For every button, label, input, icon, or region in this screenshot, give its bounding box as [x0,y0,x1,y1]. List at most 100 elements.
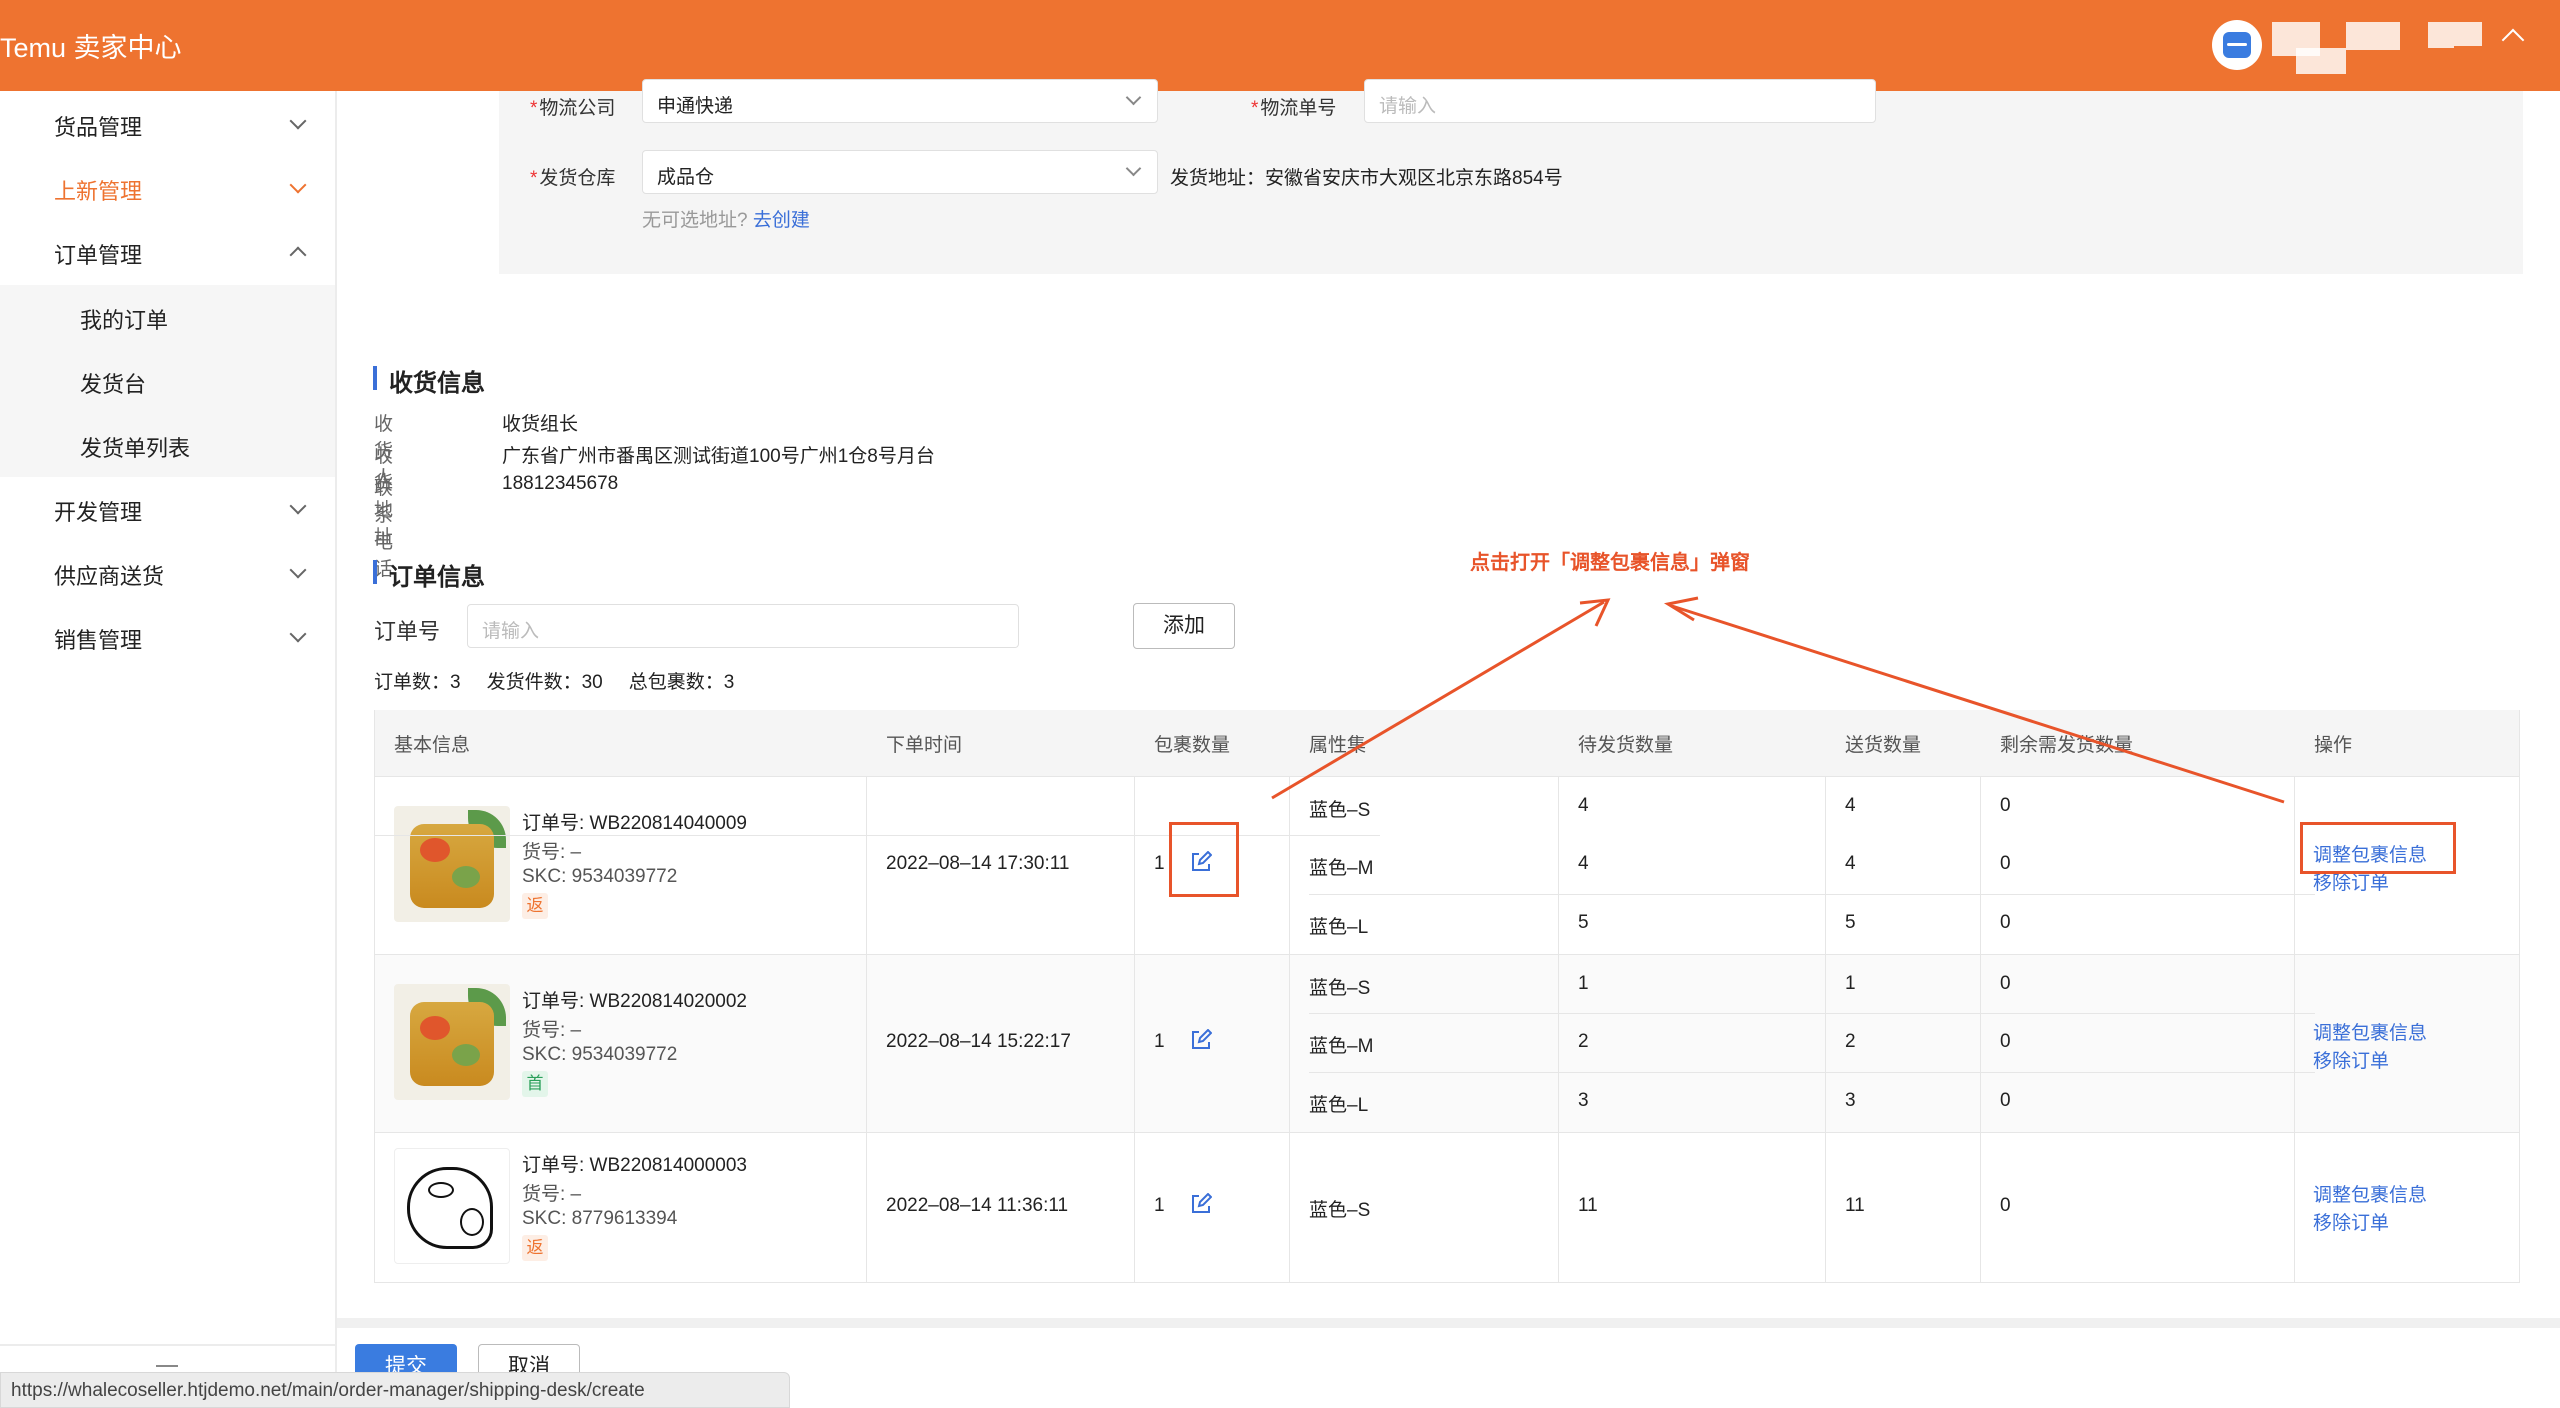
grid-line [374,1132,2520,1133]
edit-icon[interactable] [1190,1193,1212,1215]
sku-deliver: 5 [1845,912,1856,933]
adjust-package-link[interactable]: 调整包裹信息 [2313,1018,2427,1045]
grid-line [1558,776,1559,1282]
chevron-down-icon [1125,160,1142,177]
sku-deliver: 11 [1845,1195,1865,1216]
order-number-input[interactable]: 请输入 [467,604,1019,648]
add-order-button[interactable]: 添加 [1133,603,1235,649]
sidebar-item-label: 销售管理 [54,628,143,653]
sku-attr: 蓝色–L [1309,917,1369,938]
first-order-tag: 首 [522,1071,548,1097]
input-placeholder: 请输入 [1379,96,1437,117]
divider [0,1344,335,1346]
grid-line [1980,776,1981,1282]
warehouse-label: * 发货仓库 [530,168,616,189]
sidebar-item-development[interactable]: 开发管理 [0,477,335,541]
grid-line [374,776,2520,777]
sidebar-item-supplier-delivery[interactable]: 供应商送货 [0,541,335,605]
package-count: 1 [1154,1195,1165,1216]
grid-line [374,954,2520,955]
warehouse-select[interactable]: 成品仓 [642,150,1158,194]
order-time: 2022–08–14 11:36:11 [886,1195,1069,1216]
sku-deliver: 4 [1845,853,1856,874]
table-row: 订单号: WB220814040009 货号: – SKC: 953403977… [374,776,2520,954]
grid-line [1309,894,2315,895]
order-count: 订单数：3 [374,672,461,693]
tracking-number-input[interactable]: 请输入 [1364,79,1876,123]
sku-attr: 蓝色–S [1309,1200,1371,1221]
receiver-section-title: 收货信息 [373,363,485,398]
sidebar-item-label: 上新管理 [54,179,143,204]
grid-line [1309,1013,2315,1014]
order-stats: 订单数：3 发货件数：30 总包裹数：3 [374,667,760,694]
sidebar-item-my-orders[interactable]: 我的订单 [0,285,335,349]
sku-attr: 蓝色–S [1309,978,1371,999]
sidebar-item-sales[interactable]: 销售管理 [0,605,335,669]
remove-order-link[interactable]: 移除订单 [2313,1208,2389,1235]
blurred-username [2454,22,2482,46]
sku-pending: 4 [1578,853,1589,874]
edit-icon[interactable] [1190,1029,1212,1051]
store-icon [2223,32,2251,58]
logistics-company-select[interactable]: 申通快递 [642,79,1158,123]
goods-number: 货号: – [522,1184,582,1205]
sidebar-item-label: 开发管理 [54,500,143,525]
chevron-down-icon [1125,89,1142,106]
adjust-package-link[interactable]: 调整包裹信息 [2313,1180,2427,1207]
brand-title[interactable]: Temu 卖家中心 [0,26,182,65]
sidebar: 货品管理 上新管理 订单管理 我的订单 发货台 发货单列表 开发管理 供应商送货… [0,91,337,1408]
table-row: 订单号: WB220814020002 货号: – SKC: 953403977… [374,954,2520,1132]
sidebar-item-label: 发货单列表 [80,436,191,461]
avatar[interactable] [2212,20,2262,70]
sku-deliver: 2 [1845,1031,1856,1052]
blurred-username [2346,22,2400,50]
sidebar-item-new-listing[interactable]: 上新管理 [0,156,335,220]
grid-line [374,1282,2520,1283]
ship-count: 发货件数：30 [486,672,603,693]
product-thumbnail[interactable] [394,1148,510,1264]
order-number: 订单号: WB220814000003 [522,1155,747,1176]
sku-pending: 11 [1578,1195,1598,1216]
top-header: Temu 卖家中心 [0,0,2560,91]
goods-number: 货号: – [522,842,582,863]
sku-remain: 0 [2000,912,2011,933]
sidebar-item-goods[interactable]: 货品管理 [0,92,335,156]
column-header: 待发货数量 [1578,735,1674,756]
product-thumbnail[interactable] [394,806,510,922]
chevron-down-icon [289,561,307,579]
chevron-down-icon [289,112,307,130]
skc: SKC: 9534039772 [522,866,678,887]
sidebar-item-label: 发货台 [80,372,147,397]
column-header: 下单时间 [886,735,963,756]
column-header: 操作 [2314,735,2353,756]
select-value: 成品仓 [657,167,715,188]
return-tag: 返 [522,893,548,919]
create-address-link[interactable]: 去创建 [753,210,810,231]
skc: SKC: 8779613394 [522,1208,678,1229]
remove-order-link[interactable]: 移除订单 [2313,1046,2389,1073]
sidebar-item-orders[interactable]: 订单管理 [0,220,335,284]
chevron-up-icon [289,246,307,264]
grid-line [374,710,375,1282]
chevron-down-icon [289,625,307,643]
grid-line [1289,776,1290,1282]
order-number-label: 订单号 [374,619,441,644]
column-header: 剩余需发货数量 [2000,735,2134,756]
grid-line [1825,776,1826,1282]
sku-deliver: 1 [1845,973,1856,994]
chevron-up-icon[interactable] [2501,28,2525,52]
annotation-box-adjust [2300,822,2456,874]
annotation-box-edit [1169,822,1239,897]
sku-remain: 0 [2000,1195,2011,1216]
table-row: 订单号: WB220814000003 货号: – SKC: 877961339… [374,1132,2520,1282]
grid-line [1309,1072,2315,1073]
sidebar-item-shipment-list[interactable]: 发货单列表 [0,413,335,477]
column-header: 基本信息 [394,735,471,756]
chevron-down-icon [289,176,307,194]
product-thumbnail[interactable] [394,984,510,1100]
sidebar-item-shipping-desk[interactable]: 发货台 [0,349,335,413]
grid-line [866,776,867,1282]
return-tag: 返 [522,1235,548,1261]
sku-attr: 蓝色–M [1309,1036,1374,1057]
sidebar-item-label: 供应商送货 [54,564,165,589]
